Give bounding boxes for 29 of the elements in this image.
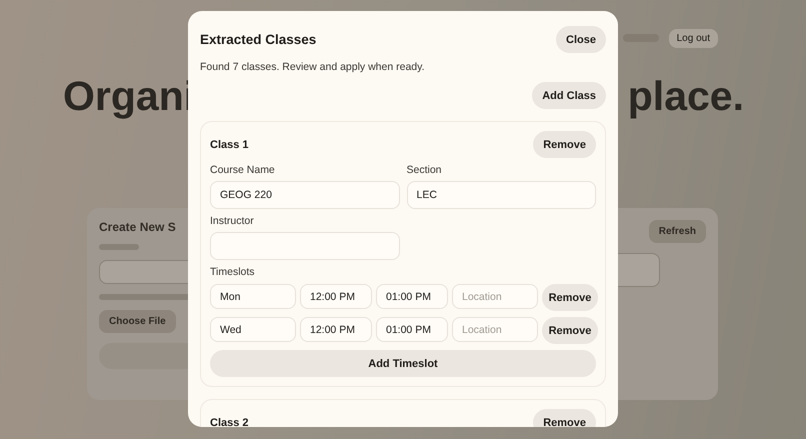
input-field[interactable]: 12:00 PM (300, 317, 372, 342)
remove-button[interactable]: Remove (533, 409, 596, 427)
input-field[interactable]: 12:00 PM (300, 284, 372, 309)
class-title: Class 2 (210, 416, 249, 427)
input-field[interactable]: Wed (210, 317, 296, 342)
input-field[interactable]: LEC (406, 181, 596, 209)
input-field[interactable]: GEOG 220 (210, 181, 400, 209)
remove-button[interactable]: Remove (542, 284, 598, 311)
remove-button[interactable]: Remove (542, 317, 598, 344)
headline: place. (628, 72, 744, 121)
field-label: Timeslots (210, 266, 256, 278)
status-message: Found 7 classes. Review and apply when ready. (200, 61, 426, 73)
refresh-button[interactable]: Refresh (648, 220, 706, 244)
field-label: Section (406, 164, 443, 176)
dialog-title: Extracted Classes (200, 32, 316, 47)
remove-button[interactable]: Remove (533, 131, 596, 158)
logout-button[interactable]: Log out (668, 28, 718, 48)
placeholder-bar (99, 244, 139, 250)
input-field[interactable]: Mon (210, 284, 296, 309)
close-button[interactable]: Close (556, 26, 606, 53)
field-label: Course Name (210, 164, 276, 176)
choose-file-button[interactable]: Choose File (99, 310, 176, 334)
class-title: Class 1 (210, 138, 249, 150)
card-title: Create New S (99, 220, 176, 234)
input-field[interactable]: 01:00 PM (376, 284, 448, 309)
input-field[interactable]: 01:00 PM (376, 317, 448, 342)
add-timeslot-button[interactable]: Add Timeslot (210, 350, 596, 377)
add-class-button[interactable]: Add Class (532, 82, 606, 109)
field-label: Instructor (210, 215, 255, 227)
